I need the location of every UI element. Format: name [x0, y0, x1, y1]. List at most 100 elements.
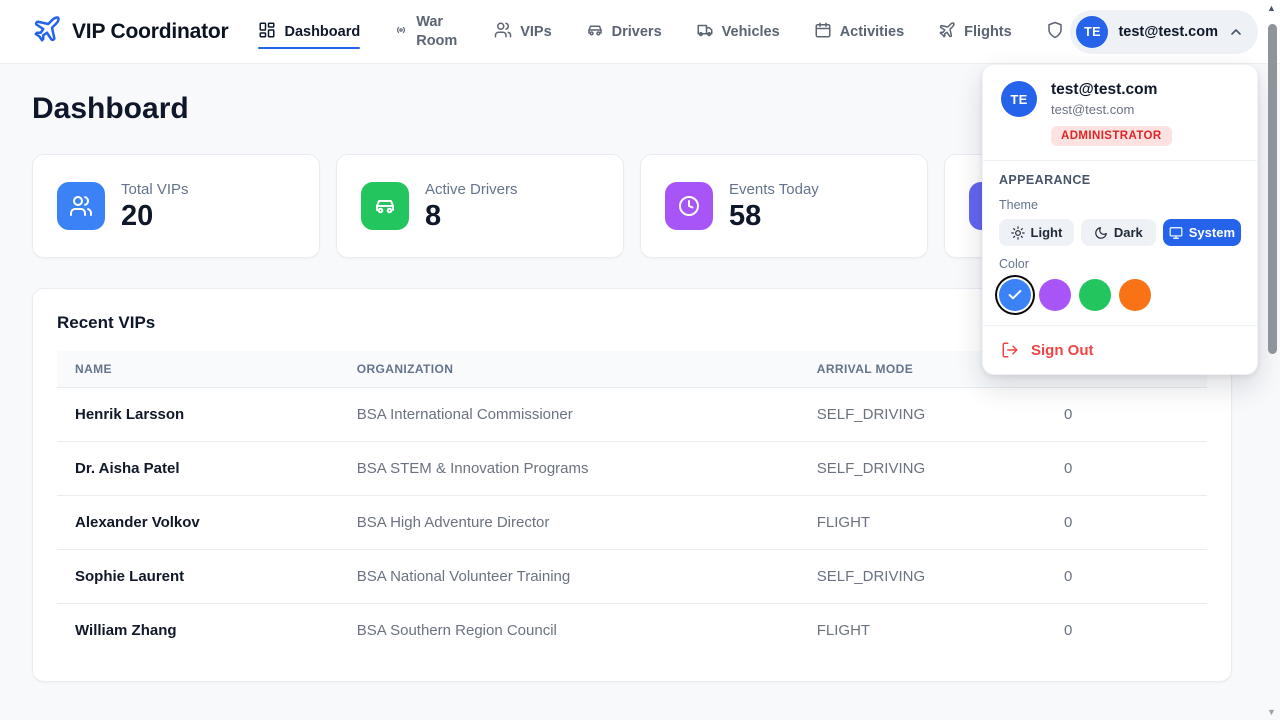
sign-out-label: Sign Out — [1031, 342, 1094, 359]
vip-name: William Zhang — [57, 604, 339, 658]
nav-label: VIPs — [520, 24, 551, 40]
vip-name: Sophie Laurent — [57, 550, 339, 604]
stat-card-active-drivers: Active Drivers 8 — [336, 154, 624, 258]
vip-name: Alexander Volkov — [57, 496, 339, 550]
check-icon — [1007, 287, 1023, 303]
car-icon — [586, 21, 604, 43]
vip-arrival-mode: FLIGHT — [799, 496, 1046, 550]
vip-events: 0 — [1046, 550, 1207, 604]
user-avatar: TE — [1001, 81, 1037, 117]
color-swatch-purple[interactable] — [1039, 279, 1071, 311]
nav-label: War Room — [416, 13, 460, 49]
nav-label: Activities — [840, 24, 904, 40]
stat-value: 58 — [729, 201, 819, 231]
vip-events: 0 — [1046, 496, 1207, 550]
plane-logo-icon — [32, 14, 62, 49]
vip-arrival-mode: SELF_DRIVING — [799, 442, 1046, 496]
vip-organization: BSA International Commissioner — [339, 388, 799, 442]
vip-name: Dr. Aisha Patel — [57, 442, 339, 496]
color-label: Color — [999, 257, 1241, 271]
nav-item-drivers[interactable]: Drivers — [586, 0, 662, 63]
moon-icon — [1094, 226, 1108, 240]
appearance-heading: APPEARANCE — [999, 173, 1241, 187]
vip-arrival-mode: SELF_DRIVING — [799, 388, 1046, 442]
page-scrollbar[interactable]: ▲ ▼ — [1266, 0, 1279, 720]
scroll-down-arrow-icon[interactable]: ▼ — [1267, 707, 1276, 717]
user-menu-trigger[interactable]: TE test@test.com — [1070, 10, 1258, 54]
monitor-icon — [1169, 226, 1183, 240]
theme-dark-button[interactable]: Dark — [1081, 219, 1156, 246]
broadcast-icon — [394, 23, 408, 41]
recent-vips-table: NAME ORGANIZATION ARRIVAL MODE EVENTS He… — [57, 351, 1207, 657]
theme-button-label: Dark — [1114, 225, 1143, 240]
vip-events: 0 — [1046, 388, 1207, 442]
theme-system-button[interactable]: System — [1163, 219, 1241, 246]
users-icon — [57, 182, 105, 230]
nav-item-vips[interactable]: VIPs — [494, 0, 551, 63]
color-swatch-green[interactable] — [1079, 279, 1111, 311]
nav-item-dashboard[interactable]: Dashboard — [258, 0, 360, 63]
stat-card-total-vips: Total VIPs 20 — [32, 154, 320, 258]
table-row[interactable]: Henrik Larsson BSA International Commiss… — [57, 388, 1207, 442]
theme-button-label: Light — [1031, 225, 1063, 240]
column-header-organization: ORGANIZATION — [339, 351, 799, 388]
clock-icon — [665, 182, 713, 230]
stat-label: Events Today — [729, 181, 819, 198]
calendar-icon — [814, 21, 832, 43]
chevron-up-icon — [1228, 24, 1244, 40]
sun-icon — [1011, 226, 1025, 240]
stat-label: Active Drivers — [425, 181, 518, 198]
nav-item-activities[interactable]: Activities — [814, 0, 904, 63]
stat-card-events-today: Events Today 58 — [640, 154, 928, 258]
users-icon — [494, 21, 512, 43]
shield-icon — [1046, 21, 1064, 43]
theme-light-button[interactable]: Light — [999, 219, 1074, 246]
nav-item-flights[interactable]: Flights — [938, 0, 1012, 63]
sign-out-button[interactable]: Sign Out — [983, 325, 1257, 374]
vip-events: 0 — [1046, 604, 1207, 658]
dropdown-user-section: TE test@test.com test@test.com ADMINISTR… — [983, 65, 1257, 160]
table-row[interactable]: Alexander Volkov BSA High Adventure Dire… — [57, 496, 1207, 550]
user-email: test@test.com — [1051, 102, 1172, 117]
user-avatar: TE — [1076, 16, 1108, 48]
column-header-name: NAME — [57, 351, 339, 388]
nav-item-vehicles[interactable]: Vehicles — [696, 0, 780, 63]
logout-icon — [1001, 341, 1019, 359]
vip-organization: BSA Southern Region Council — [339, 604, 799, 658]
user-dropdown-menu: TE test@test.com test@test.com ADMINISTR… — [982, 64, 1258, 375]
table-row[interactable]: William Zhang BSA Southern Region Counci… — [57, 604, 1207, 658]
vip-name: Henrik Larsson — [57, 388, 339, 442]
color-swatch-orange[interactable] — [1119, 279, 1151, 311]
theme-button-label: System — [1189, 225, 1235, 240]
app-logo: VIP Coordinator — [32, 14, 228, 49]
stat-label: Total VIPs — [121, 181, 189, 198]
theme-switcher: Light Dark System — [999, 219, 1241, 246]
theme-label: Theme — [999, 198, 1241, 212]
nav-label: Flights — [964, 24, 1012, 40]
nav-label: Drivers — [612, 24, 662, 40]
nav-label: Vehicles — [722, 24, 780, 40]
table-row[interactable]: Dr. Aisha Patel BSA STEM & Innovation Pr… — [57, 442, 1207, 496]
nav-label: Dashboard — [284, 24, 360, 40]
vip-arrival-mode: FLIGHT — [799, 604, 1046, 658]
top-navbar: VIP Coordinator Dashboard War Room VIPs … — [0, 0, 1280, 64]
vip-organization: BSA STEM & Innovation Programs — [339, 442, 799, 496]
color-swatch-blue-selected[interactable] — [999, 279, 1031, 311]
color-swatches — [999, 279, 1241, 311]
scroll-up-arrow-icon[interactable]: ▲ — [1267, 3, 1276, 13]
nav-item-war-room[interactable]: War Room — [394, 0, 460, 63]
vip-organization: BSA National Volunteer Training — [339, 550, 799, 604]
app-title: VIP Coordinator — [72, 20, 228, 44]
user-name: test@test.com — [1051, 81, 1172, 99]
truck-icon — [696, 21, 714, 43]
vip-events: 0 — [1046, 442, 1207, 496]
car-icon — [361, 182, 409, 230]
user-email: test@test.com — [1118, 24, 1218, 40]
appearance-section: APPEARANCE Theme Light Dark System Color — [983, 160, 1257, 325]
role-badge: ADMINISTRATOR — [1051, 126, 1172, 146]
vip-organization: BSA High Adventure Director — [339, 496, 799, 550]
table-row[interactable]: Sophie Laurent BSA National Volunteer Tr… — [57, 550, 1207, 604]
scrollbar-thumb[interactable] — [1268, 24, 1277, 354]
stat-value: 20 — [121, 201, 189, 231]
vip-arrival-mode: SELF_DRIVING — [799, 550, 1046, 604]
